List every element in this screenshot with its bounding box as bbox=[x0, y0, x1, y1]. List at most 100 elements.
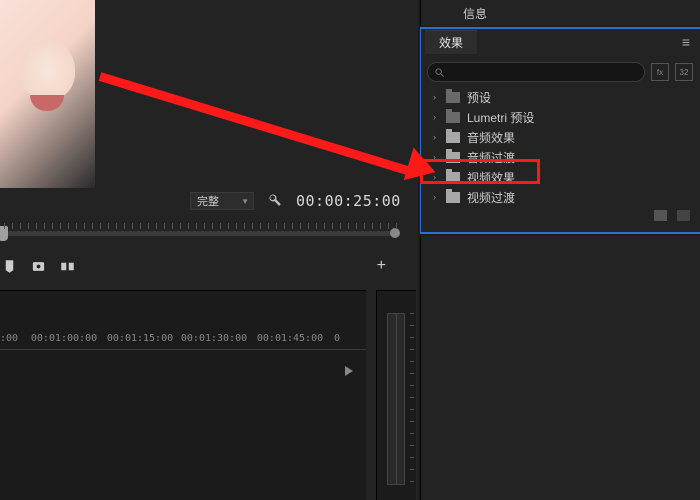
delete-icon[interactable] bbox=[677, 210, 690, 221]
scrubber-tick bbox=[156, 223, 157, 229]
scrubber-tick bbox=[228, 223, 229, 229]
out-timecode[interactable]: 00:00:25:00 bbox=[296, 192, 401, 210]
video-preview[interactable] bbox=[0, 0, 95, 188]
scrubber-tick bbox=[364, 223, 365, 229]
scrubber-tick bbox=[204, 223, 205, 229]
scrubber-tick bbox=[380, 223, 381, 229]
effects-search-input[interactable] bbox=[427, 62, 645, 82]
panel-menu-icon[interactable]: ≡ bbox=[682, 34, 690, 50]
scrubber-tick bbox=[316, 223, 317, 229]
tree-item-label: 音频过渡 bbox=[467, 149, 515, 166]
comparison-view-icon[interactable] bbox=[60, 259, 75, 274]
timeline-ruler-labels: :0000:01:00:0000:01:15:0000:01:30:0000:0… bbox=[0, 333, 366, 347]
chevron-right-icon: › bbox=[433, 112, 439, 122]
playhead-scrubber[interactable] bbox=[0, 218, 404, 244]
scrubber-tick bbox=[92, 223, 93, 229]
chevron-right-icon: › bbox=[433, 152, 439, 162]
scrubber-tick bbox=[372, 223, 373, 229]
scrubber-tick bbox=[4, 223, 5, 229]
effects-tree-item[interactable]: ›音频效果 bbox=[427, 127, 693, 147]
program-monitor-area: 完整 ▼ 00:00:25:00 + :00 00:01:00:00 00:01:1… bbox=[0, 0, 418, 500]
scrubber-tick bbox=[348, 223, 349, 229]
info-panel-tab[interactable]: 信息 bbox=[463, 5, 487, 22]
timeline-time-label: 0 bbox=[334, 333, 340, 344]
search-icon bbox=[434, 67, 445, 78]
scrubber-tick bbox=[116, 223, 117, 229]
effects-panel-tab[interactable]: 效果 bbox=[425, 30, 477, 54]
scrubber-tick bbox=[236, 223, 237, 229]
scrubber-tick bbox=[132, 223, 133, 229]
folder-icon bbox=[446, 92, 460, 103]
effects-tree: ›预设›Lumetri 预设›音频效果›音频过渡›视频效果›视频过渡 bbox=[427, 87, 693, 207]
scrubber-tick bbox=[388, 223, 389, 229]
export-frame-icon[interactable] bbox=[31, 259, 46, 274]
audio-meter-bars bbox=[387, 313, 405, 485]
scrubber-tick bbox=[212, 223, 213, 229]
chevron-right-icon: › bbox=[433, 92, 439, 102]
audio-meter bbox=[376, 290, 416, 500]
effects-tree-item[interactable]: › 预设 bbox=[427, 87, 693, 107]
scrubber-tick bbox=[308, 223, 309, 229]
32bit-effects-icon[interactable]: 32 bbox=[675, 63, 693, 81]
scrubber-tick bbox=[148, 223, 149, 229]
effects-tree-item[interactable]: › Lumetri 预设 bbox=[427, 107, 693, 127]
chevron-right-icon: › bbox=[433, 192, 439, 202]
scrubber-tick bbox=[284, 223, 285, 229]
playback-quality-select[interactable]: 完整 ▼ bbox=[190, 192, 254, 210]
info-panel[interactable]: 信息 bbox=[420, 0, 700, 26]
effects-panel[interactable]: 效果 ≡ fx 32 ›预设›Lumetri 预设›音频效果›音频过渡›视频效果… bbox=[420, 27, 700, 234]
add-button-icon[interactable]: + bbox=[377, 257, 404, 275]
effects-tree-item[interactable]: › 视频过渡 bbox=[427, 187, 693, 207]
timeline-time-label: 00:01:15:00 bbox=[107, 333, 173, 344]
settings-wrench-icon[interactable] bbox=[268, 193, 282, 210]
scrubber-tick bbox=[260, 223, 261, 229]
scrubber-tick bbox=[292, 223, 293, 229]
audio-meter-scale bbox=[408, 313, 414, 485]
scrubber-tick bbox=[108, 223, 109, 229]
scrubber-tick bbox=[356, 223, 357, 229]
folder-icon bbox=[446, 132, 460, 143]
folder-icon bbox=[446, 112, 460, 123]
scrubber-tick bbox=[252, 223, 253, 229]
scrubber-tick bbox=[324, 223, 325, 229]
timeline-time-label: :00 bbox=[0, 333, 18, 344]
new-bin-icon[interactable] bbox=[654, 210, 667, 221]
scrubber-tick bbox=[244, 223, 245, 229]
scrubber-tick bbox=[100, 223, 101, 229]
effects-tree-item[interactable]: › 音频过渡 bbox=[427, 147, 693, 167]
tree-item-label: 视频过渡 bbox=[467, 189, 515, 206]
scrubber-tick bbox=[220, 223, 221, 229]
scrubber-tick bbox=[332, 223, 333, 229]
accelerated-effects-icon[interactable]: fx bbox=[651, 63, 669, 81]
scrubber-tick bbox=[28, 223, 29, 229]
tree-item-label: Lumetri 预设 bbox=[467, 109, 534, 126]
chevron-down-icon: ▼ bbox=[241, 197, 249, 206]
timeline-playhead-icon[interactable] bbox=[345, 366, 353, 376]
scrubber-end-marker bbox=[390, 228, 400, 238]
scrubber-tick bbox=[36, 223, 37, 229]
scrubber-tick bbox=[124, 223, 125, 229]
scrubber-tick bbox=[180, 223, 181, 229]
scrubber-tick bbox=[84, 223, 85, 229]
scrubber-tick bbox=[396, 223, 397, 229]
scrubber-track bbox=[2, 231, 398, 236]
tree-item-label: 预设 bbox=[467, 89, 491, 106]
scrubber-tick bbox=[196, 223, 197, 229]
timeline-panel[interactable]: :0000:01:00:0000:01:15:0000:01:30:0000:0… bbox=[0, 290, 366, 500]
timeline-ruler bbox=[0, 349, 366, 350]
effects-tree-item[interactable]: ›视频效果 bbox=[427, 167, 693, 187]
scrubber-tick bbox=[268, 223, 269, 229]
chevron-right-icon: › bbox=[433, 132, 439, 142]
marker-icon[interactable] bbox=[2, 259, 17, 274]
scrubber-tick bbox=[276, 223, 277, 229]
scrubber-tick bbox=[340, 223, 341, 229]
tree-item-label: 视频效果 bbox=[467, 169, 515, 186]
folder-icon bbox=[446, 152, 460, 163]
scrubber-tick bbox=[60, 223, 61, 229]
scrubber-tick bbox=[76, 223, 77, 229]
scrubber-tick bbox=[12, 223, 13, 229]
scrubber-tick bbox=[172, 223, 173, 229]
empty-panel-area bbox=[420, 236, 700, 500]
timeline-time-label: 00:01:00:00 bbox=[31, 333, 97, 344]
timeline-time-label: 00:01:30:00 bbox=[181, 333, 247, 344]
